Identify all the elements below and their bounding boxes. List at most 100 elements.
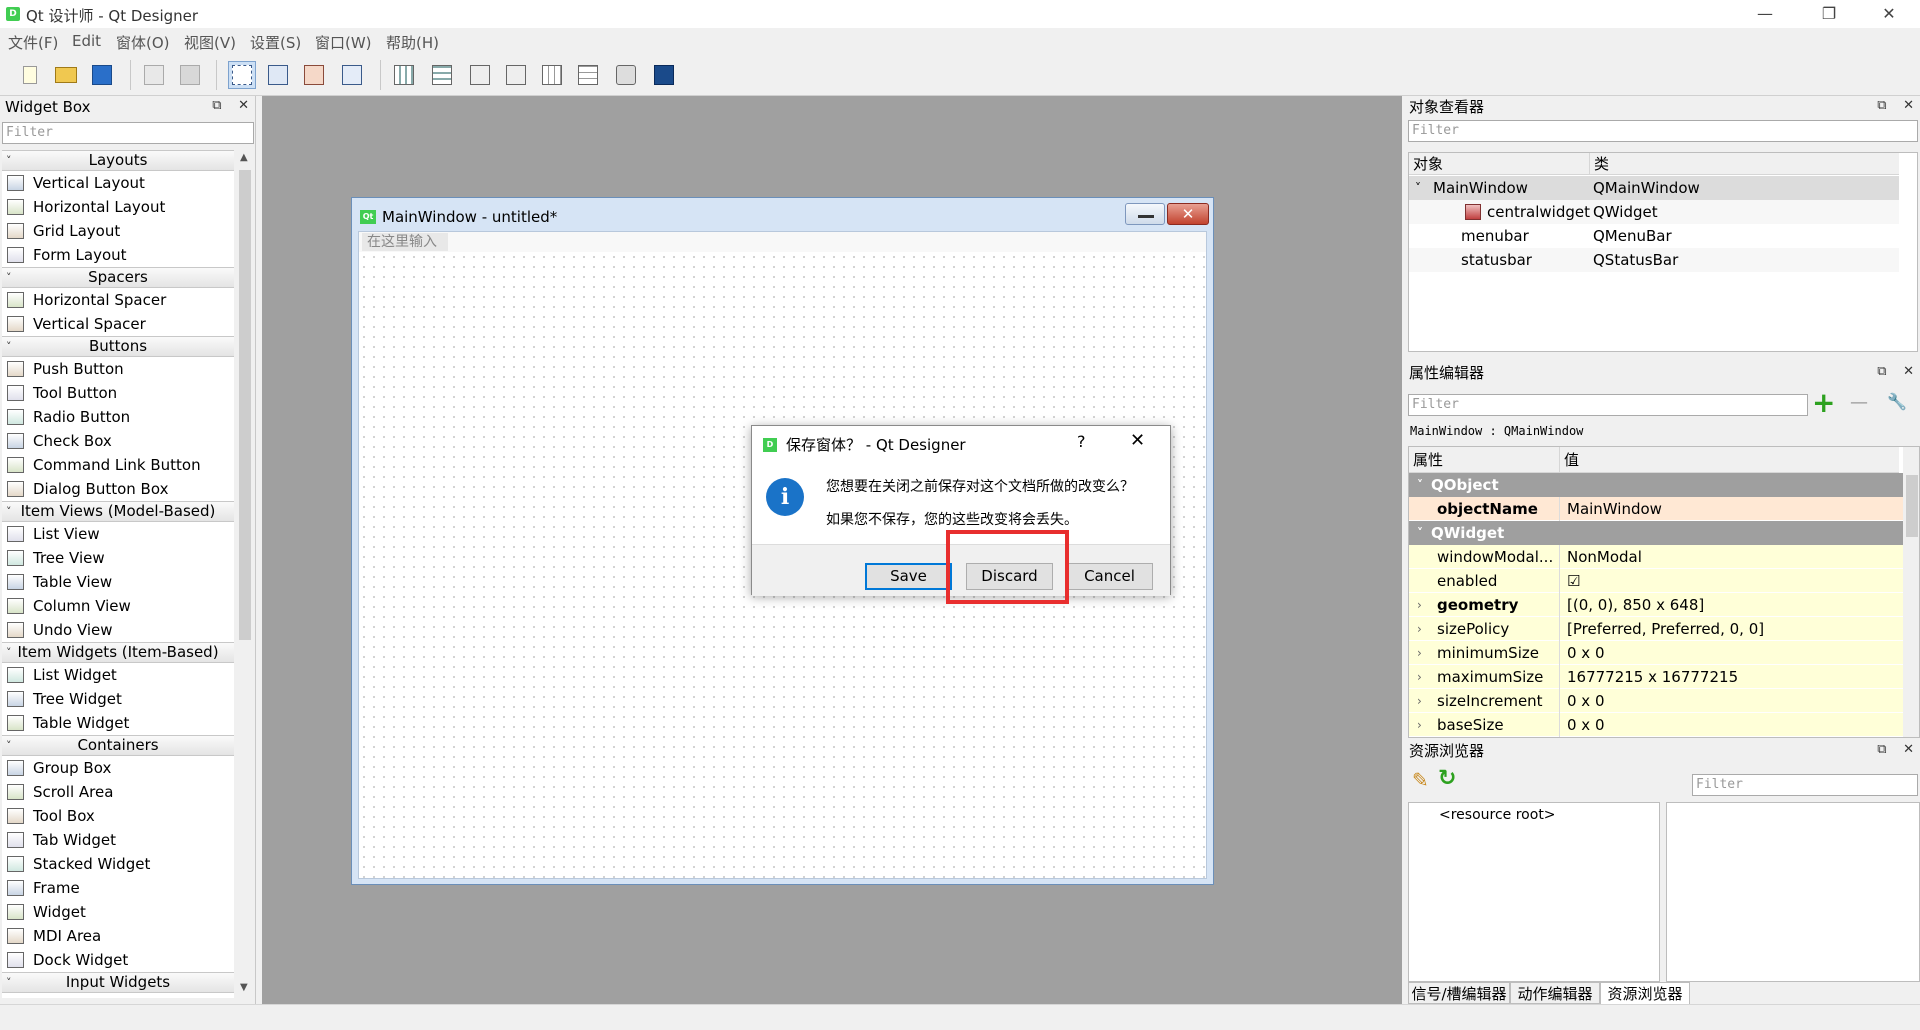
float-icon[interactable]: ⧉ [1877, 98, 1886, 113]
layout-vertical-splitter-icon[interactable] [502, 61, 530, 89]
widget-item[interactable]: Tool Button [2, 381, 234, 405]
menu-window[interactable]: 窗口(W) [315, 32, 372, 53]
float-icon[interactable]: ⧉ [1877, 364, 1886, 379]
widget-category[interactable]: ˅ Spacers [2, 267, 234, 288]
property-row[interactable]: windowModal... NonModal [1409, 545, 1903, 569]
configure-icon[interactable]: 🔧 [1887, 392, 1907, 411]
menu-file[interactable]: 文件(F) [8, 32, 58, 53]
widget-category[interactable]: ˅ Containers [2, 735, 234, 756]
tab-resource-browser[interactable]: 资源浏览器 [1600, 982, 1690, 1004]
widget-box-scrollbar[interactable]: ▲ ▼ [236, 150, 254, 998]
widget-filter-input[interactable]: Filter [2, 122, 254, 144]
property-row[interactable]: objectName MainWindow [1409, 497, 1903, 521]
add-property-icon[interactable]: + [1812, 388, 1835, 418]
property-value[interactable]: [Preferred, Preferred, 0, 0] [1567, 617, 1764, 641]
property-filter-input[interactable]: Filter [1408, 394, 1808, 416]
tab-action-editor[interactable]: 动作编辑器 [1510, 982, 1600, 1004]
widget-item[interactable]: Group Box [2, 756, 234, 780]
layout-grid-icon[interactable] [538, 61, 566, 89]
bring-to-front-icon[interactable] [176, 61, 204, 89]
property-group[interactable]: ˅ QWidget [1409, 521, 1903, 545]
property-group[interactable]: ˅ QObject [1409, 473, 1903, 497]
widget-item[interactable]: Vertical Layout [2, 171, 234, 195]
resource-root[interactable]: <resource root> [1439, 807, 1556, 823]
property-row[interactable]: enabled ☑ [1409, 569, 1903, 593]
edit-resources-icon[interactable]: ✎ [1412, 768, 1429, 792]
object-row[interactable]: centralwidget QWidget [1409, 200, 1899, 224]
widget-item[interactable]: Horizontal Layout [2, 195, 234, 219]
widget-item[interactable]: List Widget [2, 663, 234, 687]
property-value[interactable]: ☑ [1567, 569, 1580, 593]
scrollbar-thumb[interactable] [239, 170, 251, 640]
form-close-button[interactable]: ✕ [1167, 203, 1209, 225]
menu-view[interactable]: 视图(V) [184, 32, 236, 53]
widget-item[interactable]: Table View [2, 570, 234, 594]
property-value[interactable]: NonModal [1567, 545, 1642, 569]
edit-tab-order-icon[interactable] [338, 61, 366, 89]
reload-icon[interactable]: ↻ [1438, 766, 1456, 791]
property-row[interactable]: › sizeIncrement 0 x 0 [1409, 689, 1903, 713]
property-value[interactable]: 16777215 x 16777215 [1567, 665, 1738, 689]
widget-category[interactable]: ˅ Input Widgets [2, 972, 234, 993]
widget-item[interactable]: Dialog Button Box [2, 477, 234, 501]
widget-item[interactable]: Undo View [2, 618, 234, 642]
help-button[interactable]: ? [1077, 432, 1086, 451]
menu-settings[interactable]: 设置(S) [250, 32, 301, 53]
close-icon[interactable]: ✕ [1903, 364, 1914, 379]
widget-item[interactable]: Grid Layout [2, 219, 234, 243]
menu-form[interactable]: 窗体(O) [116, 32, 170, 53]
scroll-down-icon[interactable]: ▼ [240, 982, 248, 993]
tab-signal-slot-editor[interactable]: 信号/槽编辑器 [1408, 982, 1510, 1004]
property-value[interactable]: MainWindow [1567, 497, 1662, 521]
widget-item[interactable]: Scroll Area [2, 780, 234, 804]
layout-horizontal-icon[interactable] [390, 61, 418, 89]
widget-item[interactable]: Table Widget [2, 711, 234, 735]
widget-item[interactable]: Widget [2, 900, 234, 924]
property-scrollbar[interactable] [1903, 447, 1919, 737]
expand-icon[interactable]: › [1417, 617, 1422, 641]
widget-category[interactable]: ˅ Buttons [2, 336, 234, 357]
object-filter-input[interactable]: Filter [1408, 120, 1918, 142]
property-value[interactable]: 0 x 0 [1567, 641, 1605, 665]
property-row[interactable]: › geometry [(0, 0), 850 x 648] [1409, 593, 1903, 617]
expand-icon[interactable]: › [1417, 641, 1422, 665]
save-button[interactable]: Save [865, 563, 952, 590]
minimize-button[interactable]: — [1742, 0, 1788, 28]
object-row[interactable]: statusbar QStatusBar [1409, 248, 1899, 272]
break-layout-icon[interactable] [612, 61, 640, 89]
restore-button[interactable]: ❐ [1806, 0, 1852, 28]
adjust-size-icon[interactable] [650, 61, 678, 89]
widget-item[interactable]: Push Button [2, 357, 234, 381]
widget-category[interactable]: ˅ Item Views (Model-Based) [2, 501, 234, 522]
close-button[interactable]: ✕ [1866, 0, 1912, 28]
widget-item[interactable]: Command Link Button [2, 453, 234, 477]
widget-category[interactable]: ˅ Item Widgets (Item-Based) [2, 642, 234, 663]
expand-icon[interactable]: › [1417, 665, 1422, 689]
object-row[interactable]: menubar QMenuBar [1409, 224, 1899, 248]
layout-form-icon[interactable] [574, 61, 602, 89]
property-row[interactable]: › baseSize 0 x 0 [1409, 713, 1903, 737]
menu-placeholder[interactable]: 在这里输入 [362, 233, 448, 251]
widget-item[interactable]: MDI Area [2, 924, 234, 948]
edit-signals-slots-icon[interactable] [264, 61, 292, 89]
widget-item[interactable]: List View [2, 522, 234, 546]
dialog-close-button[interactable]: ✕ [1130, 430, 1145, 451]
widget-item[interactable]: Stacked Widget [2, 852, 234, 876]
widget-item[interactable]: Vertical Spacer [2, 312, 234, 336]
widget-item[interactable]: Radio Button [2, 405, 234, 429]
expand-icon[interactable]: ˅ [1417, 473, 1423, 497]
expand-icon[interactable]: › [1417, 689, 1422, 713]
widget-item[interactable]: Form Layout [2, 243, 234, 267]
expand-icon[interactable]: ˅ [1417, 521, 1423, 545]
widget-item[interactable]: Tree Widget [2, 687, 234, 711]
widget-item[interactable]: Tool Box [2, 804, 234, 828]
property-value[interactable]: 0 x 0 [1567, 713, 1605, 737]
edit-widgets-icon[interactable] [228, 61, 256, 89]
edit-buddies-icon[interactable] [300, 61, 328, 89]
menu-help[interactable]: 帮助(H) [386, 32, 439, 53]
widget-item[interactable]: Horizontal Spacer [2, 288, 234, 312]
widget-item[interactable]: Column View [2, 594, 234, 618]
layout-horizontal-splitter-icon[interactable] [466, 61, 494, 89]
close-icon[interactable]: ✕ [1903, 98, 1914, 113]
float-icon[interactable]: ⧉ [1877, 742, 1886, 757]
